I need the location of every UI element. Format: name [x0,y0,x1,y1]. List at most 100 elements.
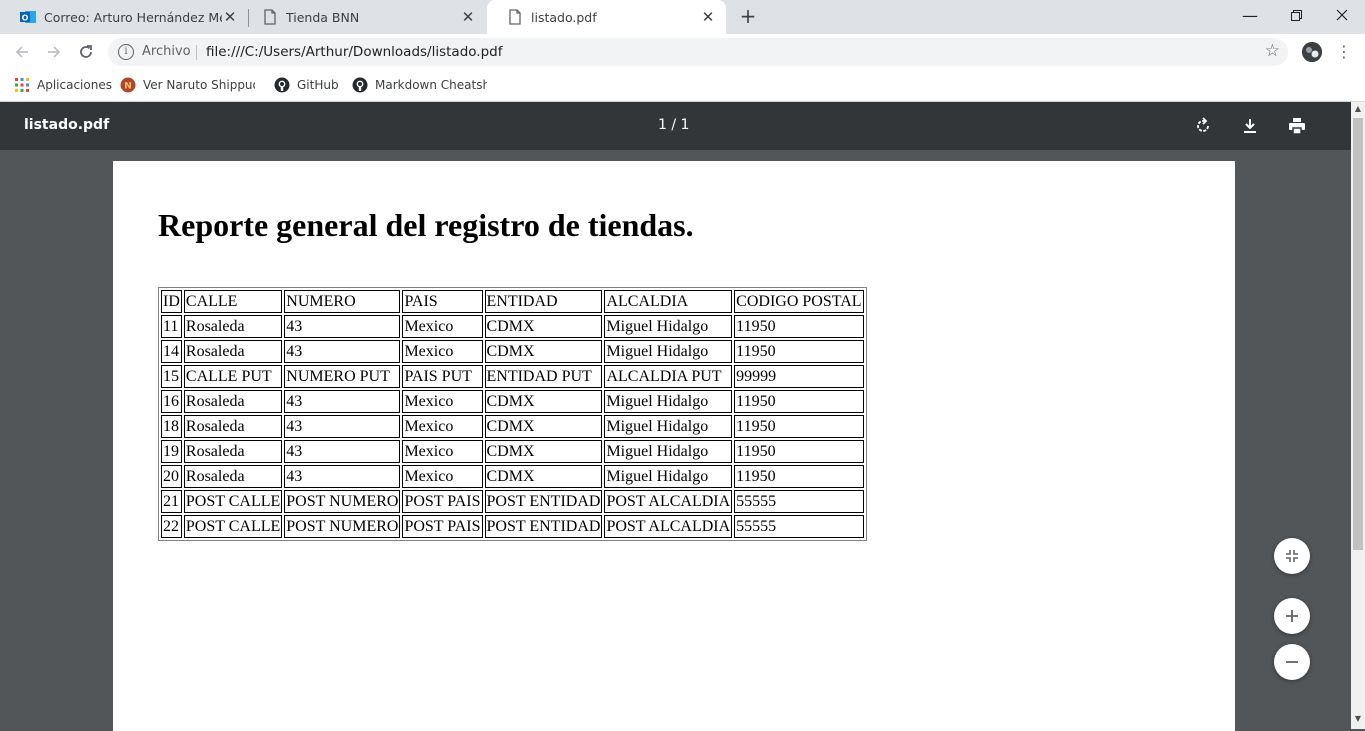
tab-correo[interactable]: O Correo: Arturo Hernández Meder ✕ [0,0,248,34]
svg-text:O: O [22,14,29,23]
zoom-out-button[interactable] [1274,644,1310,680]
table-header-cell: ENTIDAD [484,290,603,313]
table-cell: 43 [284,465,401,488]
table-cell: 19 [161,440,182,463]
tab-strip: O Correo: Arturo Hernández Meder ✕ Tiend… [0,0,1365,34]
restore-button[interactable] [1273,0,1319,30]
forward-button[interactable] [42,40,66,64]
table-cell: Mexico [402,415,483,438]
table-cell: POST NUMERO [284,515,401,538]
scrollbar-thumb[interactable] [1353,118,1363,550]
reload-button[interactable] [74,40,98,64]
table-row: 18 Rosaleda 43 Mexico CDMX Miguel Hidalgo 1195… [161,415,864,438]
table-cell: NUMERO PUT [284,365,401,388]
svg-text:N: N [124,82,132,92]
bookmark-github[interactable]: GitHub [274,76,339,94]
print-icon[interactable] [1285,114,1309,138]
table-cell: 43 [284,390,401,413]
pdf-filename: listado.pdf [24,117,110,133]
bookmark-label: Aplicaciones [37,78,112,92]
close-window-button[interactable] [1319,0,1365,30]
table-cell: 16 [161,390,182,413]
table-cell: Mexico [402,315,483,338]
table-header-cell: NUMERO [284,290,401,313]
table-cell: 20 [161,465,182,488]
table-cell: Miguel Hidalgo [604,390,733,413]
table-header-cell: ALCALDIA [604,290,733,313]
table-cell: 18 [161,415,182,438]
bookmark-naruto[interactable]: N Ver Naruto Shippude [120,76,255,94]
pdf-viewer: Reporte general del registro de tiendas.… [0,150,1351,731]
info-icon[interactable]: i [118,44,134,60]
scroll-up-arrow[interactable]: ▲ [1351,102,1365,116]
browser-toolbar: i Archivo file:///C:/Users/Arthur/Downlo… [0,34,1365,70]
download-icon[interactable] [1238,114,1262,138]
table-cell: CDMX [484,465,603,488]
table-cell: CDMX [484,440,603,463]
table-header-cell: CALLE [183,290,283,313]
table-header-cell: PAIS [402,290,483,313]
scheme-chip: Archivo [142,44,191,59]
viewer-scrollbar[interactable]: ▲ ▼ [1351,102,1365,729]
table-cell: POST ALCALDIA [604,515,733,538]
address-bar[interactable]: i Archivo file:///C:/Users/Arthur/Downlo… [108,38,1288,66]
table-cell: 55555 [734,490,864,513]
zoom-in-button[interactable] [1274,598,1310,634]
table-cell: POST NUMERO [284,490,401,513]
apps-grid-icon [14,77,30,93]
tab-listado-pdf[interactable]: listado.pdf ✕ [487,0,726,34]
table-cell: 99999 [734,365,864,388]
table-cell: POST CALLE [183,515,283,538]
close-icon[interactable]: ✕ [700,9,716,25]
scroll-down-arrow[interactable]: ▼ [1351,712,1365,726]
star-icon[interactable]: ☆ [1265,41,1280,61]
table-row: 22 POST CALLE POST NUMERO POST PAIS POST ENT… [161,515,864,538]
tab-tienda[interactable]: Tienda BNN ✕ [242,0,486,34]
table-cell: 15 [161,365,182,388]
table-header-row: ID CALLE NUMERO PAIS ENTIDAD ALCALDIA CODIGO P… [161,290,864,313]
table-row: 15 CALLE PUT NUMERO PUT PAIS PUT ENTIDAD PUT… [161,365,864,388]
bookmark-markdown[interactable]: Markdown Cheatshe [352,76,487,94]
close-icon[interactable]: ✕ [222,9,238,25]
table-cell: Rosaleda [183,465,283,488]
bookmark-aplicaciones[interactable]: Aplicaciones [14,76,112,94]
table-cell: Rosaleda [183,415,283,438]
table-cell: Rosaleda [183,390,283,413]
rotate-icon[interactable] [1191,114,1215,138]
table-cell: ENTIDAD PUT [484,365,603,388]
naruto-site-icon: N [120,77,136,93]
fit-to-page-button[interactable] [1274,538,1310,574]
close-icon[interactable]: ✕ [460,9,476,25]
table-cell: Miguel Hidalgo [604,315,733,338]
bookmark-label: GitHub [297,78,339,92]
table-cell: Miguel Hidalgo [604,415,733,438]
table-cell: 22 [161,515,182,538]
table-cell: CDMX [484,390,603,413]
profile-avatar[interactable] [1302,42,1322,62]
table-row: 19 Rosaleda 43 Mexico CDMX Miguel Hidalgo 1195… [161,440,864,463]
menu-icon[interactable]: ⋮ [1336,40,1352,64]
table-cell: Rosaleda [183,340,283,363]
table-cell: POST PAIS [402,490,483,513]
back-button[interactable] [10,40,34,64]
page-indicator: 1 / 1 [658,117,690,133]
table-cell: Miguel Hidalgo [604,340,733,363]
document-icon [262,9,278,25]
bookmarks-bar: Aplicaciones N Ver Naruto Shippude GitHu… [0,70,1365,102]
table-header-cell: CODIGO POSTAL [734,290,864,313]
new-tab-button[interactable]: + [738,6,758,26]
table-row: 14 Rosaleda 43 Mexico CDMX Miguel Hidalgo 1195… [161,340,864,363]
table-cell: POST CALLE [183,490,283,513]
bookmark-label: Ver Naruto Shippude [143,78,255,92]
minimize-button[interactable]: — [1227,0,1273,30]
table-cell: Mexico [402,465,483,488]
document-title: Reporte general del registro de tiendas. [158,207,694,243]
stores-table: ID CALLE NUMERO PAIS ENTIDAD ALCALDIA CODIGO P… [158,287,867,541]
table-cell: CDMX [484,340,603,363]
outlook-icon: O [20,9,36,25]
table-row: 20 Rosaleda 43 Mexico CDMX Miguel Hidalgo 1195… [161,465,864,488]
table-row: 21 POST CALLE POST NUMERO POST PAIS POST ENT… [161,490,864,513]
table-cell: Mexico [402,440,483,463]
table-cell: Mexico [402,390,483,413]
url-text[interactable]: file:///C:/Users/Arthur/Downloads/listad… [206,44,502,60]
